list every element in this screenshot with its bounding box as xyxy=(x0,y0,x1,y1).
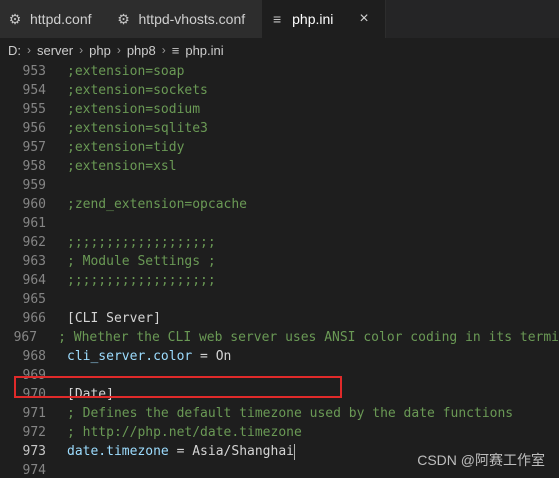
breadcrumb: D: › server › php › php8 › ≡ php.ini xyxy=(0,38,559,62)
chevron-right-icon: › xyxy=(79,43,84,57)
breadcrumb-php[interactable]: php xyxy=(89,43,111,58)
code-line[interactable]: 959 xyxy=(0,176,559,195)
breadcrumb-drive[interactable]: D: xyxy=(8,43,21,58)
line-number: 957 xyxy=(22,140,46,155)
line-text: ;extension=sqlite3 xyxy=(67,121,208,136)
breadcrumb-file[interactable]: php.ini xyxy=(185,43,223,58)
line-number: 969 xyxy=(22,368,46,383)
line-text: ;;;;;;;;;;;;;;;;;;; xyxy=(67,235,216,250)
code-line[interactable]: 971 ; Defines the default timezone used b… xyxy=(0,404,559,423)
gear-icon: ⚙ xyxy=(117,11,130,27)
ini-key: date.timezone xyxy=(67,444,169,459)
ini-key: cli_server.color xyxy=(67,349,193,364)
line-number: 955 xyxy=(22,102,46,117)
watermark: CSDN @阿赛工作室 xyxy=(417,452,545,468)
code-line[interactable]: 957 ;extension=tidy xyxy=(0,138,559,157)
tab-label: php.ini xyxy=(292,11,334,27)
line-number: 965 xyxy=(22,292,46,307)
lines-icon: ≡ xyxy=(273,11,282,27)
code-line[interactable]: 964;;;;;;;;;;;;;;;;;;; xyxy=(0,271,559,290)
line-number: 961 xyxy=(22,216,46,231)
tab-php-ini[interactable]: ≡ php.ini × xyxy=(262,0,386,38)
code-line[interactable]: 969 xyxy=(0,366,559,385)
code-line[interactable]: 970 [Date] xyxy=(0,385,559,404)
tab-label: httpd.conf xyxy=(30,11,92,27)
line-text: ;zend_extension=opcache xyxy=(67,197,248,212)
line-text: cli_server.color = On xyxy=(67,347,231,366)
line-number: 953 xyxy=(22,64,46,79)
code-line[interactable]: 955 ;extension=sodium xyxy=(0,100,559,119)
gear-icon: ⚙ xyxy=(8,11,22,27)
line-number: 970 xyxy=(22,387,46,402)
code-line[interactable]: 968 cli_server.color = On xyxy=(0,347,559,366)
line-number: 968 xyxy=(22,349,46,364)
line-number: 958 xyxy=(22,159,46,174)
close-icon[interactable]: × xyxy=(359,11,368,27)
line-number: 956 xyxy=(22,121,46,136)
line-text: ;;;;;;;;;;;;;;;;;;; xyxy=(67,273,216,288)
line-text: ;extension=sodium xyxy=(67,102,201,117)
line-text: ;extension=sockets xyxy=(67,83,208,98)
line-text: [Date] xyxy=(67,387,114,402)
breadcrumb-php8[interactable]: php8 xyxy=(127,43,156,58)
line-number: 959 xyxy=(22,178,46,193)
chevron-right-icon: › xyxy=(116,43,121,57)
line-number: 967 xyxy=(13,330,38,345)
line-text: ; Whether the CLI web server uses ANSI c… xyxy=(58,330,559,345)
ini-equals: = xyxy=(168,444,193,459)
tab-httpd-conf[interactable]: ⚙ httpd.conf xyxy=(0,0,109,38)
text-cursor xyxy=(293,443,295,460)
line-text: ;extension=tidy xyxy=(67,140,185,155)
line-number: 966 xyxy=(22,311,46,326)
code-line[interactable]: 958 ;extension=xsl xyxy=(0,157,559,176)
line-number: 963 xyxy=(22,254,46,269)
code-line[interactable]: 960 ;zend_extension=opcache xyxy=(0,195,559,214)
line-number: 960 xyxy=(22,197,46,212)
ini-equals: = xyxy=(192,349,216,364)
breadcrumb-server[interactable]: server xyxy=(37,43,73,58)
code-line[interactable]: 961 xyxy=(0,214,559,233)
code-line[interactable]: 956 ;extension=sqlite3 xyxy=(0,119,559,138)
line-text: ; Defines the default timezone used by t… xyxy=(67,406,514,421)
line-number: 973 xyxy=(22,444,46,459)
lines-icon: ≡ xyxy=(171,42,180,58)
line-text: ; http://php.net/date.timezone xyxy=(67,425,302,440)
code-line[interactable]: 966 [CLI Server] xyxy=(0,309,559,328)
chevron-right-icon: › xyxy=(27,43,31,57)
code-line[interactable]: 965 xyxy=(0,290,559,309)
ini-value: On xyxy=(215,349,232,364)
line-text: [CLI Server] xyxy=(67,311,161,326)
code-editor[interactable]: 953 ;extension=soap 954 ;extension=sockets 9… xyxy=(0,62,559,478)
line-text: date.timezone = Asia/Shanghai xyxy=(67,442,295,461)
ini-value: Asia/Shanghai xyxy=(192,444,294,459)
line-text: ;extension=xsl xyxy=(67,159,177,174)
line-number: 972 xyxy=(22,425,46,440)
tab-label: httpd-vhosts.conf xyxy=(138,11,246,27)
code-line[interactable]: 953 ;extension=soap xyxy=(0,62,559,81)
code-line[interactable]: 963 ; Module Settings ; xyxy=(0,252,559,271)
code-line[interactable]: 962;;;;;;;;;;;;;;;;;;; xyxy=(0,233,559,252)
code-line[interactable]: 954 ;extension=sockets xyxy=(0,81,559,100)
code-line[interactable]: 972 ; http://php.net/date.timezone xyxy=(0,423,559,442)
line-number: 964 xyxy=(22,273,46,288)
line-number: 962 xyxy=(22,235,46,250)
editor-tabs: ⚙ httpd.conf ⚙ httpd-vhosts.conf ≡ php.i… xyxy=(0,0,559,38)
line-number: 974 xyxy=(22,463,46,478)
line-text: ; Module Settings ; xyxy=(67,254,216,269)
line-number: 971 xyxy=(22,406,46,421)
chevron-right-icon: › xyxy=(161,43,166,57)
line-number: 954 xyxy=(22,83,46,98)
line-text: ;extension=soap xyxy=(67,64,185,79)
code-line[interactable]: 967 ; Whether the CLI web server uses ANS… xyxy=(0,328,559,347)
tab-httpd-vhosts-conf[interactable]: ⚙ httpd-vhosts.conf xyxy=(108,0,263,38)
